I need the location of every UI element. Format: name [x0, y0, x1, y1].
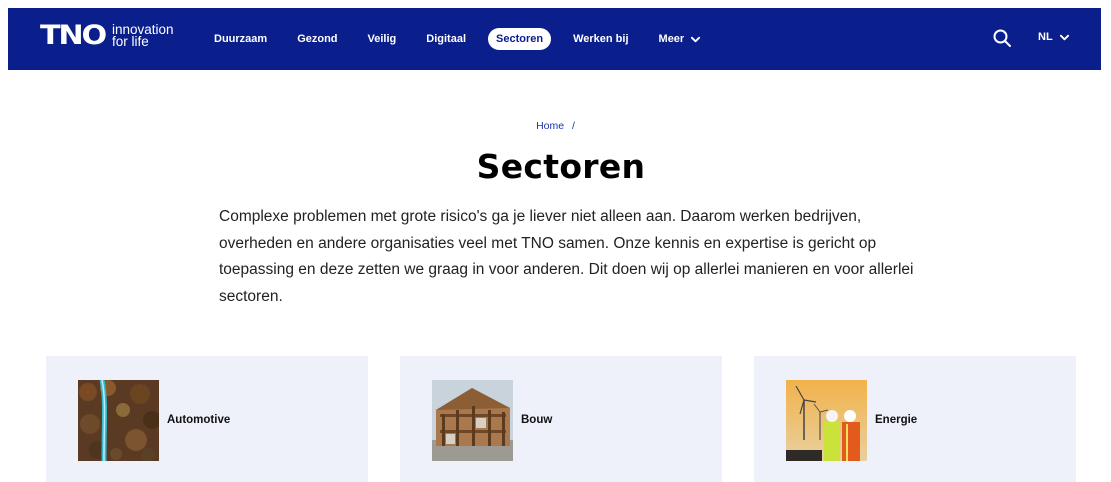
breadcrumb-home-link[interactable]: Home [536, 120, 564, 132]
nav-item-label: Digitaal [426, 33, 467, 45]
nav-item-digitaal[interactable]: Digitaal [418, 28, 474, 50]
logo-tagline: innovation for life [111, 22, 174, 49]
automotive-image [78, 380, 159, 461]
sector-card-label: Energie [875, 414, 918, 426]
logo-mark: TNO [40, 20, 107, 51]
bouw-image [432, 380, 513, 461]
chevron-down-icon [691, 36, 701, 42]
nav-item-label: Gezond [297, 33, 338, 45]
intro-paragraph: Complexe problemen met grote risico's ga… [219, 208, 914, 305]
chevron-down-icon [1059, 34, 1069, 40]
breadcrumb: Home / [0, 120, 1111, 132]
sector-card-label: Automotive [167, 414, 231, 426]
nav-item-veilig[interactable]: Veilig [360, 28, 405, 50]
sector-card-automotive[interactable]: Automotive [46, 356, 368, 482]
sector-card-label: Bouw [521, 414, 553, 426]
logo-tagline-line2: for life [111, 33, 149, 49]
nav-item-duurzaam[interactable]: Duurzaam [206, 28, 275, 50]
sector-card-bouw[interactable]: Bouw [400, 356, 722, 482]
sector-card-energie[interactable]: Energie [754, 356, 1076, 482]
main-nav: Duurzaam Gezond Veilig Digitaal Sectoren… [206, 26, 723, 52]
nav-item-label: Werken bij [573, 33, 629, 45]
page-title: Sectoren [476, 147, 646, 186]
nav-item-gezond[interactable]: Gezond [289, 28, 345, 50]
nav-item-label: Duurzaam [214, 33, 268, 45]
nav-item-label: Veilig [367, 33, 397, 45]
breadcrumb-separator: / [572, 120, 575, 132]
nav-item-label: Sectoren [496, 33, 544, 45]
nav-item-werken-bij[interactable]: Werken bij [565, 28, 636, 50]
nav-item-meer[interactable]: Meer [651, 28, 710, 50]
top-navigation-bar: TNO innovation for life Duurzaam Gezond … [8, 8, 1101, 70]
energie-image [786, 380, 867, 461]
language-label: NL [1038, 31, 1053, 43]
tno-logo[interactable]: TNO innovation for life [40, 22, 174, 49]
search-icon[interactable] [992, 28, 1012, 48]
nav-item-sectoren[interactable]: Sectoren [488, 28, 552, 50]
language-selector[interactable]: NL [1038, 31, 1070, 43]
nav-item-label: Meer [658, 33, 685, 45]
